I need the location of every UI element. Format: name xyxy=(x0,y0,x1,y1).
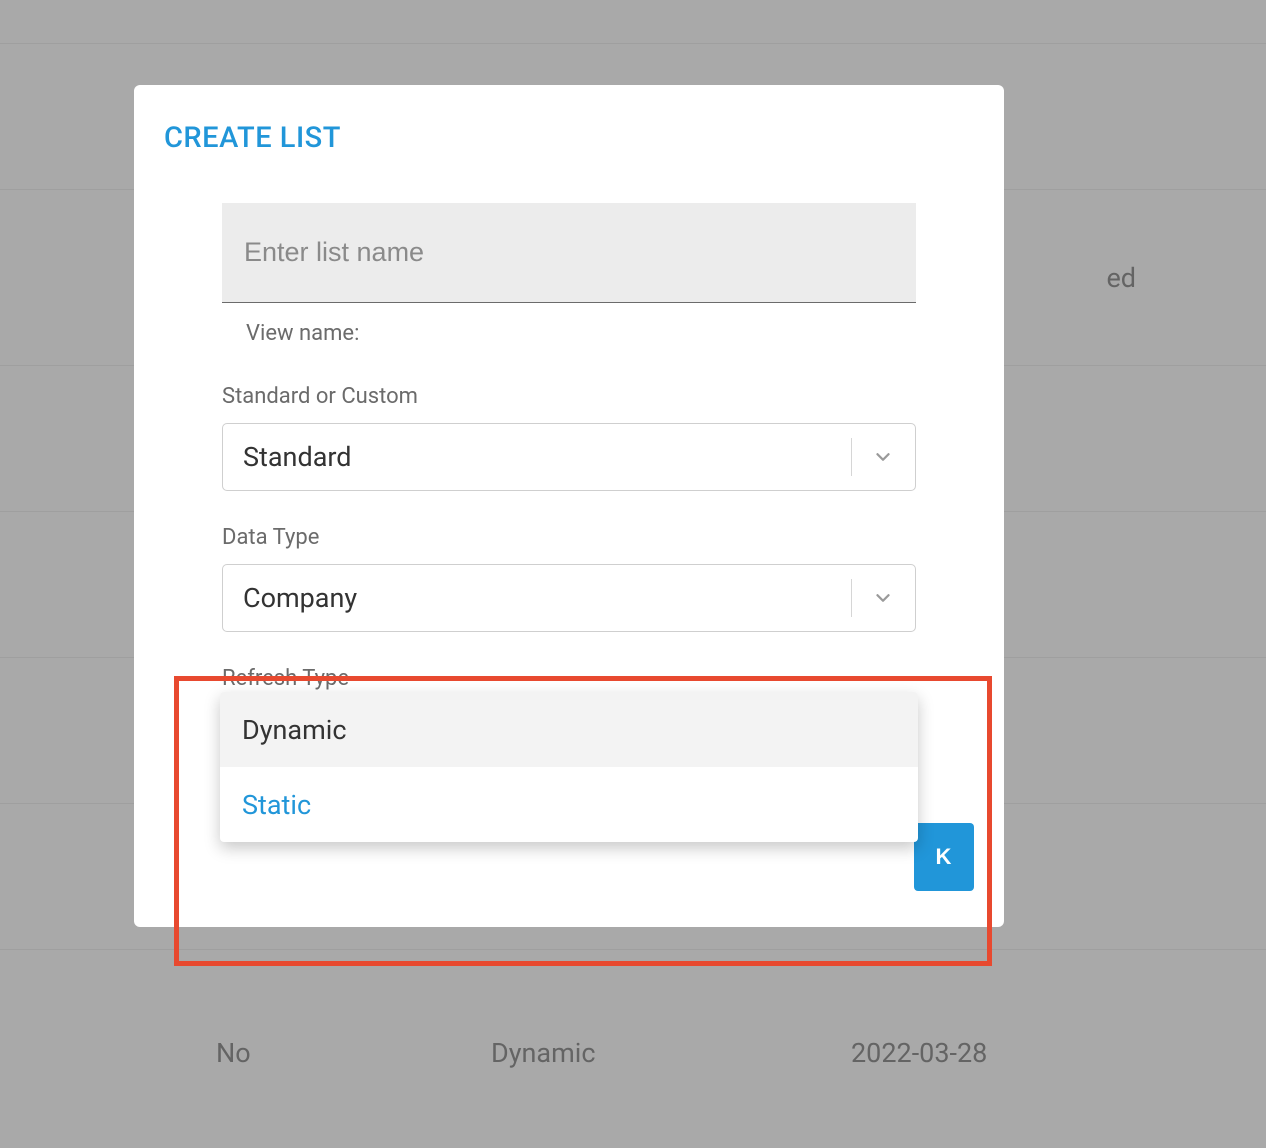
ok-button[interactable]: K xyxy=(914,823,974,891)
standard-custom-label: Standard or Custom xyxy=(222,384,916,409)
chevron-down-icon xyxy=(871,586,895,610)
list-name-input[interactable] xyxy=(222,203,916,303)
view-name-label: View name: xyxy=(246,321,916,346)
select-value: Company xyxy=(243,582,357,614)
standard-custom-select[interactable]: Standard xyxy=(222,423,916,491)
form-area: View name: Standard or Custom Standard D… xyxy=(164,203,974,773)
refresh-type-dropdown: Dynamic Static xyxy=(220,692,918,842)
ok-button-label: K xyxy=(936,844,953,870)
refresh-type-label: Refresh Type xyxy=(222,666,916,691)
data-type-label: Data Type xyxy=(222,525,916,550)
modal-title: CREATE LIST xyxy=(164,121,974,155)
select-divider xyxy=(851,438,852,476)
select-value: Standard xyxy=(243,441,352,473)
option-label: Static xyxy=(242,789,311,821)
dropdown-option-static[interactable]: Static xyxy=(220,767,918,842)
chevron-down-icon xyxy=(871,445,895,469)
option-label: Dynamic xyxy=(242,714,346,746)
dropdown-option-dynamic[interactable]: Dynamic xyxy=(220,692,918,767)
data-type-select[interactable]: Company xyxy=(222,564,916,632)
select-divider xyxy=(851,579,852,617)
